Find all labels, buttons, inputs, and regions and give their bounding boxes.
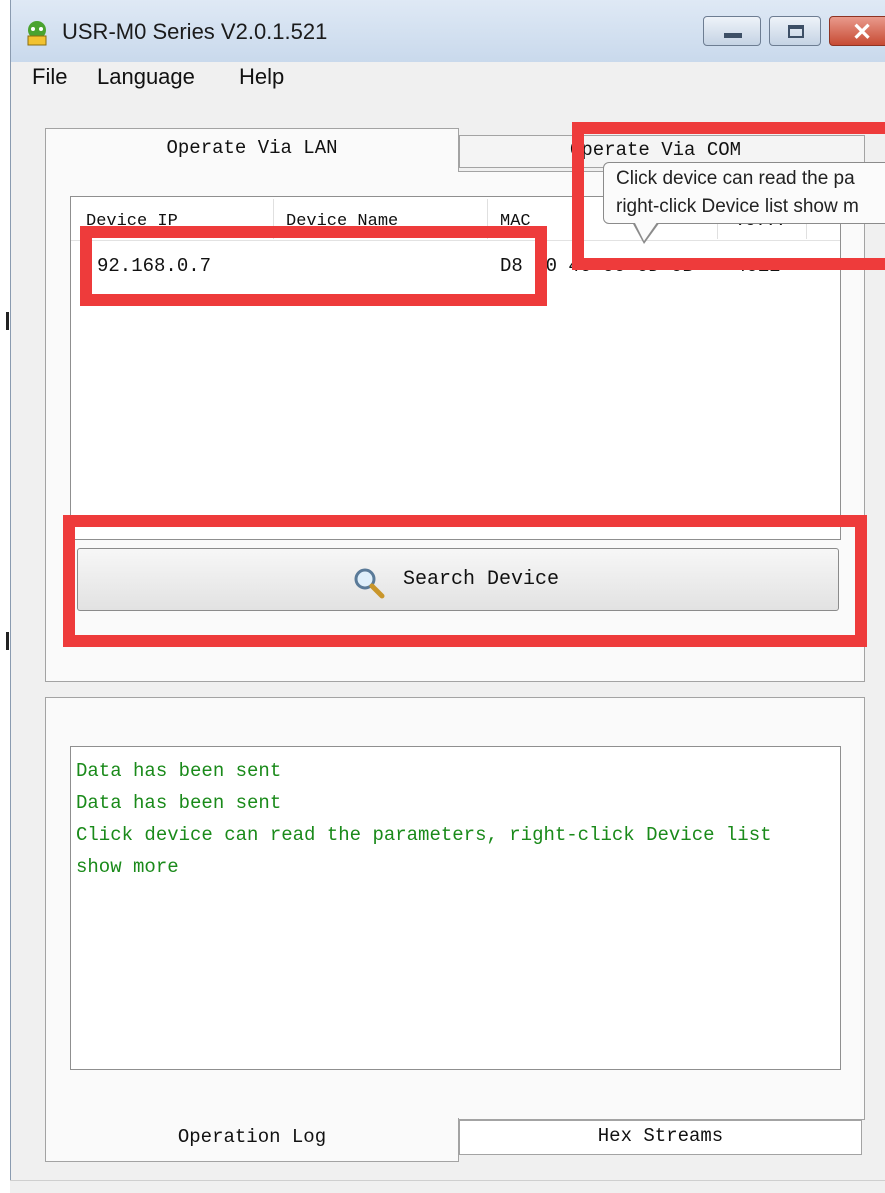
tooltip-tail-inner (634, 221, 658, 241)
annotation-box-device-row (80, 226, 547, 306)
log-line: Data has been sent (76, 760, 282, 782)
tab-operate-via-lan[interactable]: Operate Via LAN (45, 128, 459, 172)
desktop-edge-mark (6, 312, 9, 330)
tab-operation-log[interactable]: Operation Log (45, 1118, 459, 1162)
maximize-button[interactable] (769, 16, 821, 46)
desktop-edge (0, 0, 10, 1193)
usr-app-icon (22, 18, 52, 48)
menu-language[interactable]: Language (97, 64, 195, 90)
window-title: USR-M0 Series V2.0.1.521 (62, 19, 328, 44)
hint-tooltip: Click device can read the pa right-click… (603, 162, 885, 224)
desktop-edge-mark (6, 632, 9, 650)
close-icon: ✕ (852, 19, 873, 46)
tooltip-line: right-click Device list show m (616, 196, 859, 217)
tooltip-line: Click device can read the pa (616, 168, 855, 189)
maximize-icon (788, 25, 804, 38)
log-line: Data has been sent (76, 792, 282, 814)
tab-hex-streams[interactable]: Hex Streams (459, 1120, 862, 1155)
annotation-box-search-button (63, 515, 867, 647)
minimize-button[interactable] (703, 16, 761, 46)
menu-file[interactable]: File (32, 64, 67, 90)
status-bar (10, 1180, 885, 1193)
log-line: show more (76, 856, 179, 878)
minimize-icon (724, 33, 742, 38)
close-button[interactable]: ✕ (829, 16, 885, 46)
menu-help[interactable]: Help (239, 64, 284, 90)
log-line: Click device can read the parameters, ri… (76, 824, 772, 846)
